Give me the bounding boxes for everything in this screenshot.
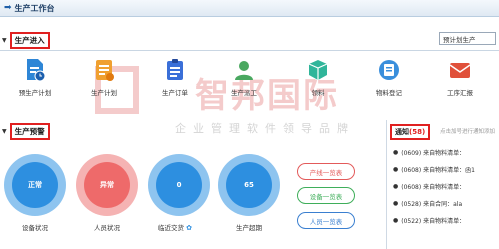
dispatch-icon xyxy=(235,61,253,80)
notice-text: (0608) 来自物料清单： xyxy=(401,184,466,191)
warning-section-title: 生产预警 xyxy=(9,122,50,140)
notice-item[interactable]: ● (0608) 来自物料清单： xyxy=(393,178,499,195)
settings-gear-icon[interactable]: ✿ xyxy=(186,224,192,232)
bullet-icon: ● xyxy=(393,217,399,224)
tile-label: 预生产计划 xyxy=(18,89,52,97)
tile-label: 生产订单 xyxy=(162,89,188,97)
tile-label: 领料 xyxy=(311,89,325,97)
production-order-icon xyxy=(167,59,183,80)
gauge-value: 正常 xyxy=(28,181,42,189)
gauge-label: 设备状况 xyxy=(22,224,48,232)
tile-label: 工序汇报 xyxy=(447,89,473,97)
plan-type-select[interactable]: 预计划生产 xyxy=(439,32,496,45)
notice-text: (0608) 来自物料清单：函1 xyxy=(401,167,475,174)
notice-hint: 点击加号进行通知添加 xyxy=(440,129,496,135)
warning-panel: ▼ 生产预警 正常 设备状况 异常 人员状况 0 临近交货 ✿ 65 生产超期 … xyxy=(0,120,379,249)
equipment-status-gauge[interactable]: 正常 xyxy=(4,154,66,216)
notice-item[interactable]: ● (0608) 来自物料清单：函1 xyxy=(393,161,499,178)
entry-tiles: 预生产计划 生产计划 生产订单 生产派工 领料 物料登记 工序汇报 xyxy=(0,58,499,110)
notice-text: (0522) 来自物料清单： xyxy=(401,218,466,225)
overdue-gauge[interactable]: 65 xyxy=(218,154,280,216)
material-register-icon xyxy=(379,60,399,80)
tile-production-order[interactable]: 生产订单 xyxy=(145,58,205,97)
tile-production-plan[interactable]: 生产计划 xyxy=(74,58,134,97)
gauge-value: 65 xyxy=(244,181,254,189)
notice-item[interactable]: ● (0528) 来自合同：ala xyxy=(393,195,499,212)
notice-text: (0609) 来自物料清单： xyxy=(401,150,466,157)
bullet-icon: ● xyxy=(393,183,399,190)
section-divider xyxy=(0,50,499,51)
page-title: 生产工作台 xyxy=(14,3,55,13)
process-report-icon xyxy=(449,63,471,78)
notice-panel: 通知(58) 点击加号进行通知添加 ● (0609) 来自物料清单： ● (0608… xyxy=(386,120,499,249)
tile-process-report[interactable]: 工序汇报 xyxy=(430,58,490,97)
gauge-label: 人员状况 xyxy=(94,224,120,232)
equipment-list-button[interactable]: 设备一览表 xyxy=(297,187,355,204)
bullet-icon: ● xyxy=(393,149,399,156)
tile-dispatch[interactable]: 生产派工 xyxy=(214,58,274,97)
notice-text: (0528) 来自合同：ala xyxy=(401,201,463,208)
collapse-triangle-icon[interactable]: ▼ xyxy=(2,128,7,135)
material-pick-icon xyxy=(308,60,328,80)
collapse-triangle-icon[interactable]: ▼ xyxy=(2,37,7,44)
tile-label: 生产计划 xyxy=(91,89,117,97)
arrow-right-icon: ➡ xyxy=(4,3,12,13)
tile-pre-plan[interactable]: 预生产计划 xyxy=(5,58,65,97)
notice-title-box: 通知(58) xyxy=(390,124,431,140)
personnel-list-button[interactable]: 人员一览表 xyxy=(297,212,355,229)
notice-item[interactable]: ● (0609) 来自物料清单： xyxy=(393,144,499,161)
tile-material-pick[interactable]: 领料 xyxy=(288,58,348,97)
warning-section-header[interactable]: ▼ 生产预警 xyxy=(2,122,50,140)
notice-count: (58) xyxy=(409,128,426,136)
notice-header: 通知(58) xyxy=(390,124,431,140)
bullet-icon: ● xyxy=(393,166,399,173)
gauge-value: 异常 xyxy=(100,181,114,189)
entry-section-title: 生产进入 xyxy=(9,31,50,49)
tile-label: 生产派工 xyxy=(231,89,257,97)
gauge-label: 临近交货 xyxy=(158,224,185,232)
production-plan-icon xyxy=(96,60,114,81)
workbench-header: ➡ 生产工作台 xyxy=(0,0,499,17)
gauge-label: 生产超期 xyxy=(236,224,262,232)
near-delivery-gauge[interactable]: 0 xyxy=(148,154,210,216)
tile-label: 物料登记 xyxy=(376,89,402,97)
entry-section-header[interactable]: ▼ 生产进入 xyxy=(2,31,50,49)
pre-plan-doc-icon xyxy=(27,59,46,82)
notice-item[interactable]: ● (0522) 来自物料清单： xyxy=(393,212,499,229)
gauge-value: 0 xyxy=(176,181,182,189)
personnel-status-gauge[interactable]: 异常 xyxy=(76,154,138,216)
gauge-label-wrap: 临近交货 ✿ xyxy=(145,222,205,232)
tile-material-register[interactable]: 物料登记 xyxy=(359,58,419,97)
line-list-button[interactable]: 产线一览表 xyxy=(297,163,355,180)
notice-title: 通知 xyxy=(395,128,409,136)
bullet-icon: ● xyxy=(393,200,399,207)
notice-list: ● (0609) 来自物料清单： ● (0608) 来自物料清单：函1 ● (0608… xyxy=(393,144,499,229)
